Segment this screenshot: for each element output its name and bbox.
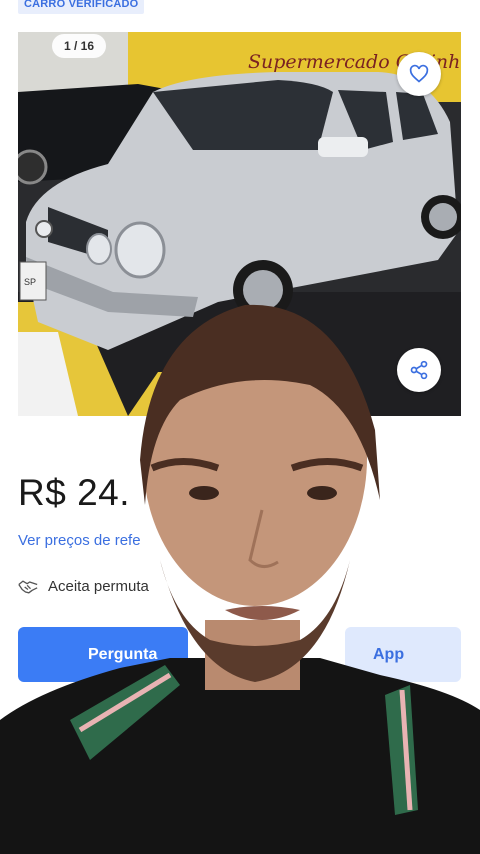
verified-car-badge: CARRO VERIFICADO	[18, 0, 145, 14]
license-plate-text: SP	[24, 277, 36, 287]
presenter-video-overlay	[0, 304, 480, 854]
heart-icon	[409, 64, 429, 83]
favorite-button[interactable]	[397, 52, 441, 96]
photo-counter: 1 / 16	[52, 34, 107, 58]
